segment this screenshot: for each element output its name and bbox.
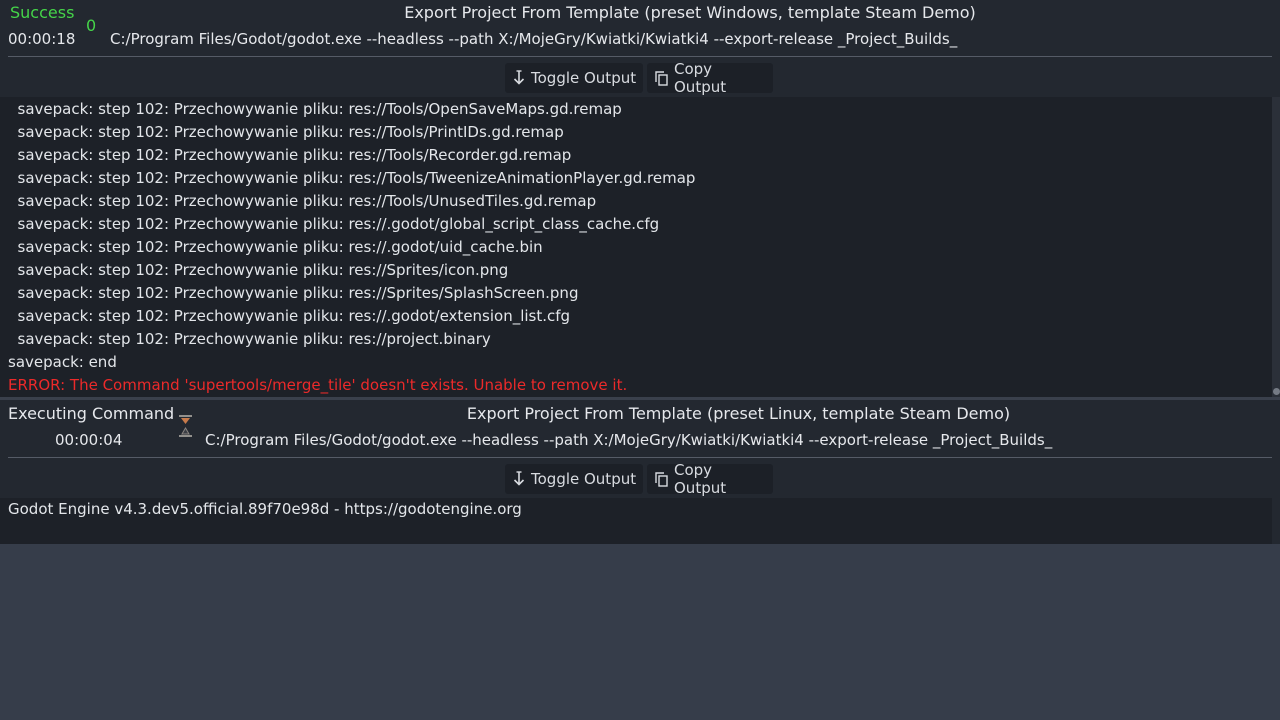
- scrollbar-grabber[interactable]: [1273, 388, 1280, 395]
- task-panel-linux: Executing Command Export Project From Te…: [0, 400, 1280, 544]
- task-title: Export Project From Template (preset Win…: [404, 3, 976, 22]
- output-line: savepack: step 102: Przechowywanie pliku…: [8, 123, 564, 141]
- output-line: savepack: step 102: Przechowywanie pliku…: [8, 307, 571, 325]
- copy-icon: [655, 70, 668, 86]
- output-line: savepack: step 102: Przechowywanie pliku…: [8, 192, 597, 210]
- copy-icon: [655, 471, 668, 487]
- output-line: Godot Engine v4.3.dev5.official.89f70e98…: [8, 500, 522, 518]
- output-line: savepack: step 102: Przechowywanie pliku…: [8, 100, 622, 118]
- output-line: savepack: step 102: Przechowywanie pliku…: [8, 215, 660, 233]
- copy-output-label: Copy Output: [674, 461, 727, 497]
- task-panel-windows: Success 0 Export Project From Template (…: [0, 0, 1280, 400]
- output-line: savepack: step 102: Przechowywanie pliku…: [8, 169, 696, 187]
- output-log[interactable]: Godot Engine v4.3.dev5.official.89f70e98…: [0, 498, 1272, 544]
- separator: [8, 56, 1272, 57]
- output-line: savepack: step 102: Przechowywanie pliku…: [8, 330, 491, 348]
- output-log[interactable]: savepack: step 102: Przechowywanie pliku…: [0, 97, 1272, 397]
- toggle-output-button[interactable]: Toggle Output: [505, 63, 643, 93]
- toggle-output-button[interactable]: Toggle Output: [505, 464, 643, 494]
- toggle-output-label: Toggle Output: [531, 69, 637, 87]
- output-line: savepack: step 102: Przechowywanie pliku…: [8, 261, 509, 279]
- command-line: C:/Program Files/Godot/godot.exe --headl…: [110, 30, 958, 48]
- elapsed-time: 00:00:04: [55, 431, 123, 449]
- copy-output-button[interactable]: Copy Output: [647, 461, 773, 497]
- output-line: savepack: step 102: Przechowywanie pliku…: [8, 146, 572, 164]
- output-line: savepack: step 102: Przechowywanie pliku…: [8, 284, 579, 302]
- copy-output-label: Copy Output: [674, 60, 727, 96]
- arrow-down-icon: [513, 70, 525, 85]
- arrow-down-icon: [513, 471, 525, 486]
- output-line: savepack: step 102: Przechowywanie pliku…: [8, 238, 543, 256]
- output-toolbar: Toggle Output Copy Output: [0, 461, 1280, 497]
- task-title: Export Project From Template (preset Lin…: [466, 404, 1011, 423]
- output-line: savepack: end: [8, 353, 117, 371]
- copy-output-button[interactable]: Copy Output: [647, 60, 773, 96]
- toggle-output-label: Toggle Output: [531, 470, 637, 488]
- output-scrollbar[interactable]: [1272, 97, 1280, 397]
- output-toolbar: Toggle Output Copy Output: [0, 60, 1280, 96]
- separator: [8, 457, 1272, 458]
- elapsed-time: 00:00:18: [8, 30, 76, 48]
- command-line: C:/Program Files/Godot/godot.exe --headl…: [205, 431, 1053, 449]
- error-line: ERROR: The Command 'supertools/merge_til…: [8, 376, 628, 394]
